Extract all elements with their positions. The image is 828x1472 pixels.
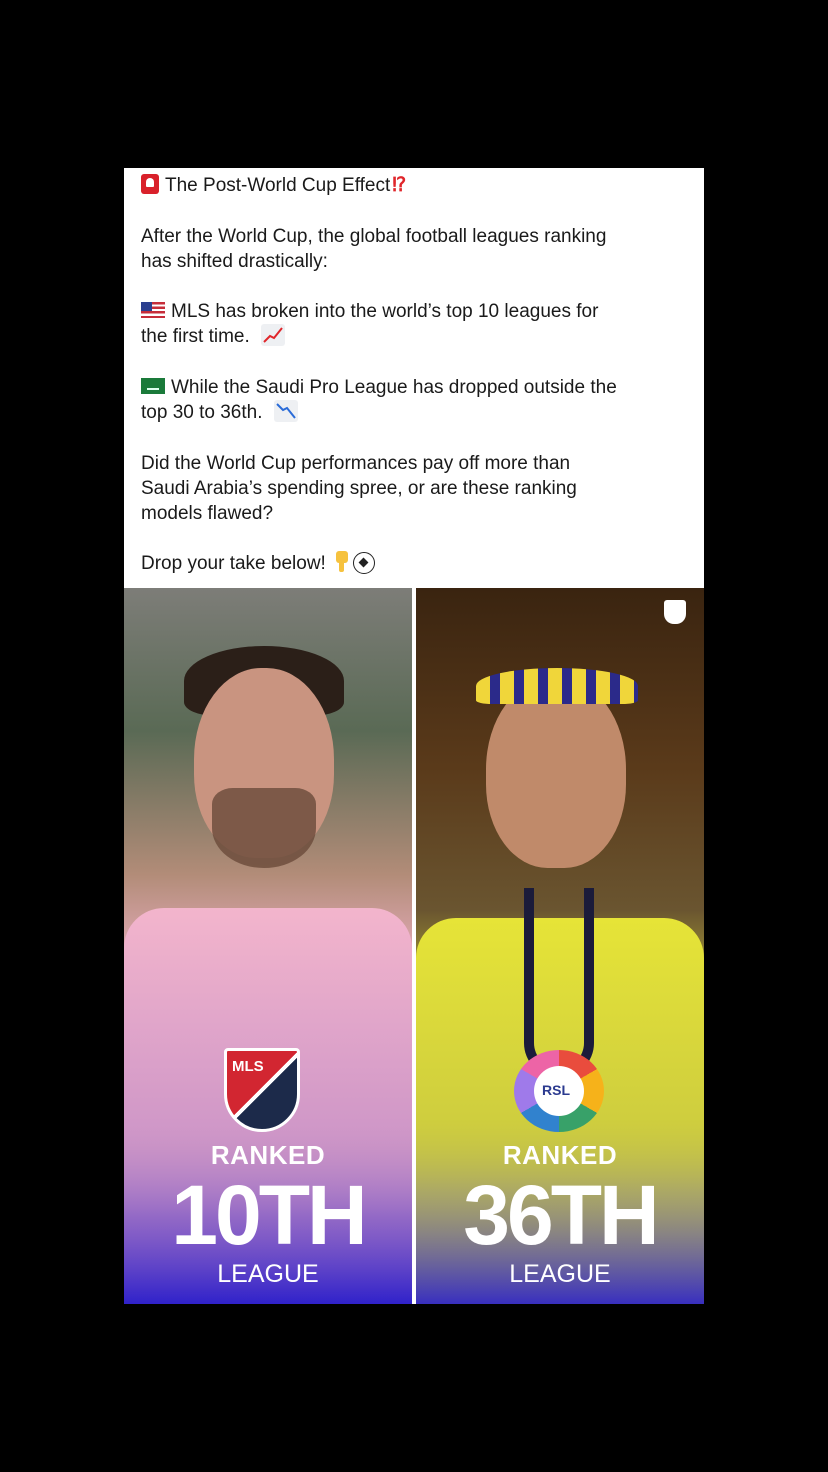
corner-logo-icon [664,600,686,624]
post-card: The Post-World Cup Effect ⁉ After the Wor… [124,168,704,1304]
mls-text: MLS has broken into the world’s top 10 l… [171,301,599,322]
spl-line-1: While the Saudi Pro League has dropped o… [141,375,617,400]
spl-line-2: top 30 to 36th. [141,400,304,425]
question-line-2: Saudi Arabia’s spending spree, or are th… [141,478,577,499]
rank-value: 36TH [463,1168,659,1262]
mls-crest-label: MLS [232,1058,264,1075]
mls-line-1: MLS has broken into the world’s top 10 l… [141,299,598,324]
saudi-flag-icon [141,378,165,394]
spl-text-2: top 30 to 36th. [141,402,263,423]
ranked-label: RANKED [210,1140,326,1170]
player-beard [212,788,316,868]
post-title: The Post-World Cup Effect [165,175,391,196]
us-flag-icon [141,302,165,318]
post-title-line: The Post-World Cup Effect ⁉ [141,173,406,198]
rank-value: 10TH [171,1168,367,1262]
soccer-ball-icon [352,552,375,574]
chart-decreasing-icon [273,400,298,422]
siren-icon [141,174,159,194]
intro-line-2: has shifted drastically: [141,251,328,272]
question-line-3: models flawed? [141,503,274,524]
spl-text: While the Saudi Pro League has dropped o… [171,377,617,398]
post-text: The Post-World Cup Effect ⁉ After the Wor… [124,168,704,588]
league-label: LEAGUE [217,1260,319,1288]
rsl-crest-label: RSL [542,1082,570,1098]
mls-text-2: the first time. [141,326,250,347]
cta-line: Drop your take below! [141,551,375,576]
chart-increasing-icon [261,324,286,346]
question-line-1: Did the World Cup performances pay off m… [141,453,571,474]
exclamation-question-icon: ⁉ [392,175,407,196]
league-label: LEAGUE [509,1260,611,1288]
player-head [486,678,626,868]
ranked-label: RANKED [502,1140,618,1170]
cta-text: Drop your take below! [141,553,326,574]
mls-panel: MLS RANKED 10TH LEAGUE [124,588,412,1304]
pointing-down-icon [334,551,350,573]
player-headband [476,668,638,704]
intro-line-1: After the World Cup, the global football… [141,226,607,247]
mls-line-2: the first time. [141,324,291,349]
spl-panel: RSL RANKED 36TH LEAGUE [416,588,704,1304]
